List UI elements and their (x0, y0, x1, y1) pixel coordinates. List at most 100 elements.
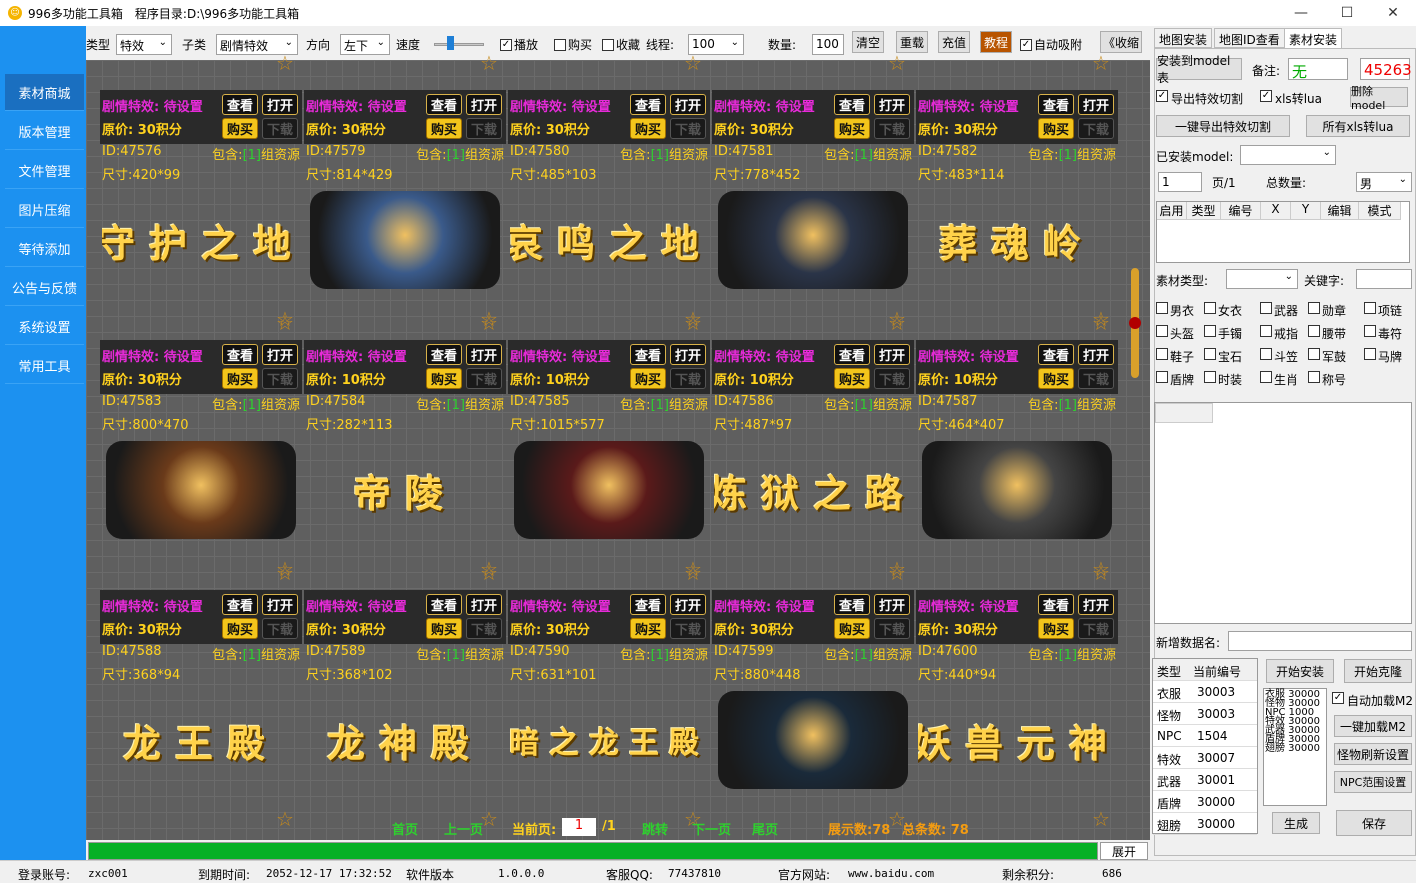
open-button[interactable]: 打开 (466, 94, 502, 115)
star-icon[interactable]: ☆ (1092, 313, 1112, 333)
download-button[interactable]: 下载 (262, 118, 298, 139)
jump-link[interactable]: 跳转 (642, 819, 668, 838)
material-card[interactable]: ☆ 剧情特效: 待设置 原价: 30积分 查看 打开 购买 下载 ID:47580 包含:[1]… (508, 53, 710, 329)
view-button[interactable]: 查看 (834, 594, 870, 615)
sidebar-item-files[interactable]: 文件管理 (5, 152, 84, 189)
open-button[interactable]: 打开 (670, 94, 706, 115)
card-preview[interactable] (714, 190, 912, 290)
material-check[interactable]: 手镯 (1204, 325, 1242, 342)
open-button[interactable]: 打开 (466, 594, 502, 615)
material-check[interactable]: 军鼓 (1308, 348, 1346, 365)
card-preview[interactable] (918, 440, 1116, 540)
card-preview[interactable]: 哀鸣之地 (510, 190, 708, 290)
material-check[interactable]: 男衣 (1156, 302, 1194, 319)
star-icon[interactable]: ☆ (480, 563, 500, 583)
material-check[interactable]: 宝石 (1204, 348, 1242, 365)
buy-button[interactable]: 购买 (630, 118, 666, 139)
star-icon[interactable]: ☆ (684, 313, 704, 333)
sidebar-item-settings[interactable]: 系统设置 (5, 308, 84, 345)
one-export-button[interactable]: 一键导出特效切割 (1156, 115, 1290, 137)
buy-checkbox[interactable]: 购买 (554, 36, 592, 53)
id-mini-list[interactable]: 衣服 30000 怪物 30000 NPC 1000 特效 30000 武器 30000… (1263, 688, 1327, 806)
mini-list-item[interactable]: 翅膀 30000 (1265, 744, 1325, 754)
card-preview[interactable]: 帝陵 (306, 440, 504, 540)
generate-button[interactable]: 生成 (1272, 812, 1320, 834)
buy-button[interactable]: 购买 (630, 368, 666, 389)
star-icon[interactable]: ☆ (480, 313, 500, 333)
table-row[interactable]: 衣服 30003 (1153, 681, 1257, 703)
id-table[interactable]: 类型 当前编号 衣服 30003 怪物 30003 NPC 1504 特效 30007 武器 3000… (1152, 658, 1258, 835)
view-button[interactable]: 查看 (426, 94, 462, 115)
buy-button[interactable]: 购买 (426, 118, 462, 139)
sidebar-item-store[interactable]: 素材商城 (5, 74, 84, 111)
table-row[interactable]: NPC 1504 (1153, 725, 1257, 747)
view-button[interactable]: 查看 (630, 344, 666, 365)
star-icon[interactable]: ☆ (888, 53, 908, 73)
star-icon[interactable]: ☆ (684, 53, 704, 73)
open-button[interactable]: 打开 (670, 344, 706, 365)
view-button[interactable]: 查看 (426, 344, 462, 365)
open-button[interactable]: 打开 (670, 594, 706, 615)
material-check[interactable]: 生肖 (1260, 371, 1298, 388)
download-button[interactable]: 下载 (1078, 368, 1114, 389)
download-button[interactable]: 下载 (262, 618, 298, 639)
card-preview[interactable] (714, 690, 912, 790)
preview-tab[interactable] (1155, 403, 1213, 423)
auto-load-checkbox[interactable]: ✓ 自动加载M2 (1332, 692, 1413, 709)
buy-button[interactable]: 购买 (222, 118, 258, 139)
direction-select[interactable]: 左下 ⌄ (340, 34, 390, 55)
grid-col-header[interactable]: 编号 (1221, 202, 1261, 220)
download-button[interactable]: 下载 (1078, 118, 1114, 139)
open-button[interactable]: 打开 (466, 344, 502, 365)
material-check[interactable]: 盾牌 (1156, 371, 1194, 388)
card-preview[interactable] (102, 440, 300, 540)
view-button[interactable]: 查看 (630, 594, 666, 615)
table-row[interactable]: 武器 30001 (1153, 769, 1257, 791)
grid-col-header[interactable]: 启用 (1157, 202, 1187, 220)
material-card[interactable]: ☆ 剧情特效: 待设置 原价: 30积分 查看 打开 购买 下载 ID:47579 包含:[1]… (304, 53, 506, 329)
buy-button[interactable]: 购买 (630, 618, 666, 639)
open-button[interactable]: 打开 (262, 344, 298, 365)
buy-button[interactable]: 购买 (834, 118, 870, 139)
card-preview[interactable] (306, 190, 504, 290)
view-button[interactable]: 查看 (222, 94, 258, 115)
material-card[interactable]: ☆ 剧情特效: 待设置 原价: 30积分 查看 打开 购买 下载 ID:47582 包含:[1]… (916, 53, 1118, 329)
star-icon[interactable]: ☆ (888, 563, 908, 583)
star-icon[interactable]: ☆ (480, 53, 500, 73)
material-card[interactable]: ☆ 剧情特效: 待设置 原价: 10积分 查看 打开 购买 下载 ID:47586 包含:[1]… (712, 312, 914, 579)
material-check[interactable]: 鞋子 (1156, 348, 1194, 365)
download-button[interactable]: 下载 (466, 618, 502, 639)
maximize-button[interactable]: ☐ (1324, 0, 1370, 26)
open-button[interactable]: 打开 (1078, 94, 1114, 115)
install-model-button[interactable]: 安装到model表 (1156, 54, 1242, 85)
card-preview[interactable]: 龙王殿 (102, 690, 300, 790)
grid-col-header[interactable]: 模式 (1359, 202, 1401, 220)
sidebar-item-pending[interactable]: 等待添加 (5, 230, 84, 267)
npc-range-button[interactable]: NPC范围设置 (1334, 771, 1412, 793)
start-clone-button[interactable]: 开始克隆 (1344, 659, 1412, 683)
delete-model-button[interactable]: 删除model (1350, 85, 1408, 112)
buy-button[interactable]: 购买 (222, 368, 258, 389)
grid-col-header[interactable]: 编辑 (1321, 202, 1359, 220)
material-type-select[interactable]: ⌄ (1226, 269, 1298, 289)
installed-model-select[interactable]: ⌄ (1240, 145, 1336, 165)
monster-refresh-button[interactable]: 怪物刷新设置 (1334, 743, 1412, 765)
scroll-thumb[interactable] (1129, 317, 1141, 329)
view-button[interactable]: 查看 (1038, 594, 1074, 615)
next-page-link[interactable]: 下一页 (692, 819, 731, 838)
material-check[interactable]: 女衣 (1204, 302, 1242, 319)
material-card[interactable]: ☆ 剧情特效: 待设置 原价: 30积分 查看 打开 购买 下载 ID:47583 包含:[1]… (100, 312, 302, 579)
speed-slider-thumb[interactable] (447, 36, 454, 50)
sidebar-item-tools[interactable]: 常用工具 (5, 347, 84, 384)
note-input[interactable]: 无 (1288, 58, 1348, 81)
clear-button[interactable]: 清空 (852, 31, 884, 53)
open-button[interactable]: 打开 (1078, 344, 1114, 365)
prev-page-link[interactable]: 上一页 (444, 819, 483, 838)
download-button[interactable]: 下载 (466, 118, 502, 139)
current-page-input[interactable]: 1 (562, 818, 596, 836)
download-button[interactable]: 下载 (874, 368, 910, 389)
star-icon[interactable]: ☆ (276, 313, 296, 333)
material-card[interactable]: ☆ 剧情特效: 待设置 原价: 30积分 查看 打开 购买 下载 ID:47589 包含:[1]… (304, 562, 506, 829)
buy-button[interactable]: 购买 (834, 618, 870, 639)
buy-button[interactable]: 购买 (834, 368, 870, 389)
